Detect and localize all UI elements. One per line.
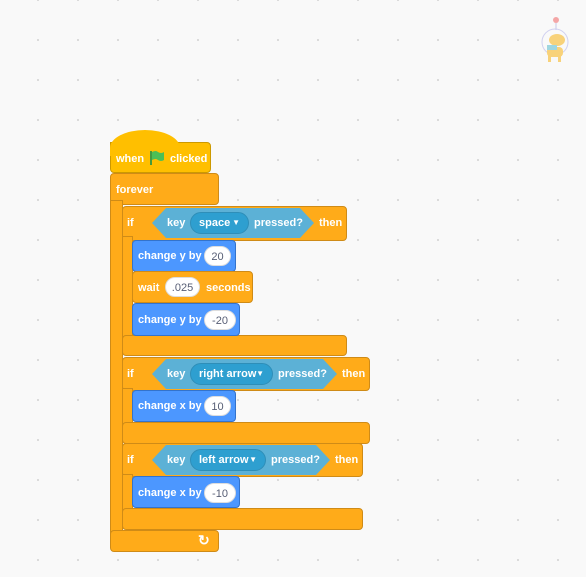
if-label: if bbox=[127, 368, 134, 380]
key-label: key bbox=[167, 368, 186, 380]
if-label: if bbox=[127, 454, 134, 466]
then-label: then bbox=[319, 217, 343, 229]
when-label: when bbox=[116, 153, 145, 165]
key-option: left arrow bbox=[199, 454, 249, 466]
dropdown-caret-icon: ▼ bbox=[232, 218, 240, 227]
clicked-label: clicked bbox=[170, 153, 208, 165]
key-dropdown[interactable]: left arrow ▼ bbox=[190, 449, 266, 471]
astronaut-dog-sprite-icon bbox=[541, 17, 569, 62]
key-option: space bbox=[199, 217, 231, 229]
value-input[interactable]: -20 bbox=[204, 310, 236, 330]
dropdown-caret-icon: ▼ bbox=[249, 455, 257, 464]
block-label: change y by bbox=[138, 250, 202, 262]
if-bottom bbox=[122, 335, 347, 356]
pressed-label: pressed? bbox=[278, 368, 327, 380]
value-input[interactable]: .025 bbox=[165, 277, 200, 297]
if-bottom bbox=[122, 508, 363, 530]
key-label: key bbox=[167, 217, 186, 229]
if-bottom bbox=[122, 422, 370, 444]
pressed-label: pressed? bbox=[271, 454, 320, 466]
then-label: then bbox=[335, 454, 359, 466]
seconds-label: seconds bbox=[206, 282, 251, 294]
key-label: key bbox=[167, 454, 186, 466]
dropdown-caret-icon: ▼ bbox=[256, 369, 264, 378]
key-option: right arrow bbox=[199, 368, 257, 380]
block-label: wait bbox=[138, 282, 160, 294]
pressed-label: pressed? bbox=[254, 217, 303, 229]
key-dropdown[interactable]: space ▼ bbox=[190, 212, 249, 234]
then-label: then bbox=[342, 368, 366, 380]
if-label: if bbox=[127, 217, 134, 229]
loop-arrow-icon: ↻ bbox=[198, 532, 210, 548]
block-label: change x by bbox=[138, 400, 202, 412]
sprite-thumbnail[interactable] bbox=[535, 15, 575, 65]
green-flag-icon bbox=[150, 151, 164, 165]
forever-label: forever bbox=[116, 184, 154, 196]
value-input[interactable]: -10 bbox=[204, 483, 236, 503]
value-input[interactable]: 10 bbox=[204, 396, 231, 416]
key-dropdown[interactable]: right arrow ▼ bbox=[190, 363, 273, 385]
block-label: change x by bbox=[138, 487, 202, 499]
value-input[interactable]: 20 bbox=[204, 246, 231, 266]
block-label: change y by bbox=[138, 314, 202, 326]
